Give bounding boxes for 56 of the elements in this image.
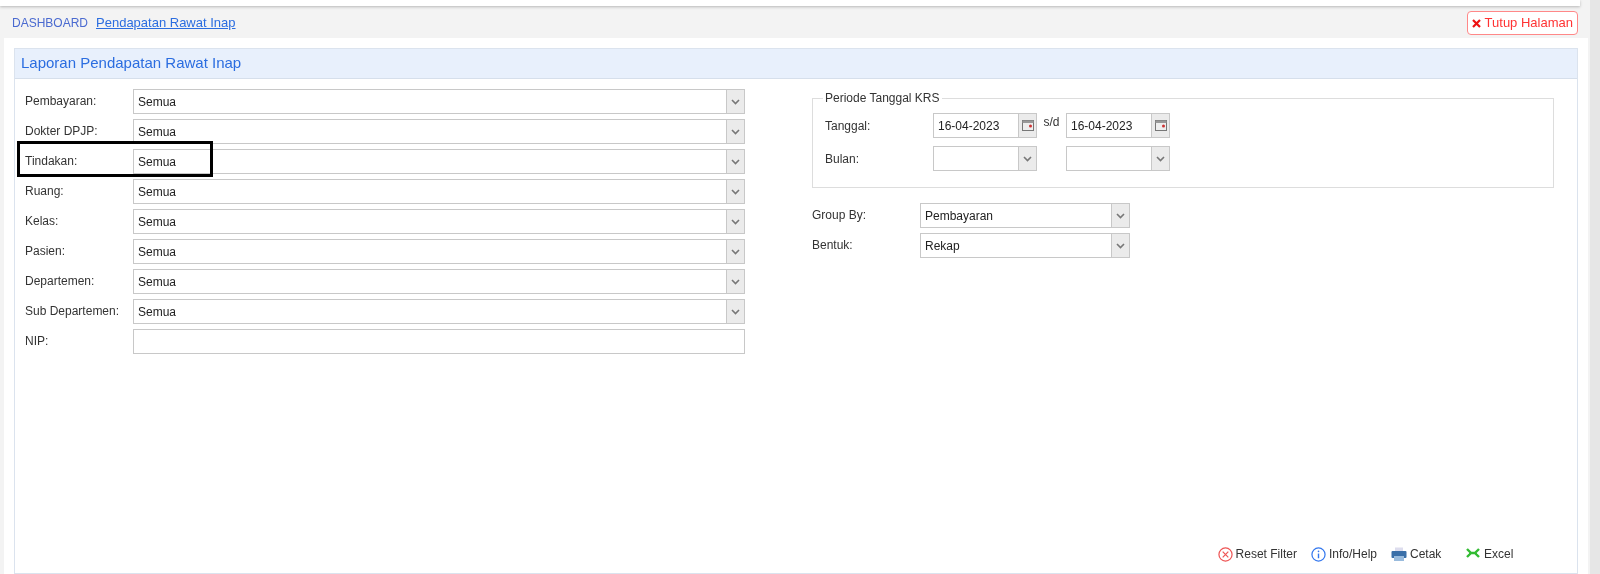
- breadcrumb-link[interactable]: Pendapatan Rawat Inap: [96, 13, 236, 33]
- action-button[interactable]: Cetak: [1391, 545, 1451, 563]
- action-button[interactable]: Info/Help: [1310, 545, 1377, 563]
- range-separator: s/d: [1042, 114, 1061, 131]
- field-label: Departemen:: [25, 273, 96, 290]
- action-button[interactable]: Excel: [1465, 545, 1525, 563]
- field-label: Pembayaran:: [25, 93, 98, 110]
- select-field[interactable]: Semua: [133, 149, 745, 174]
- field-label: Tindakan:: [25, 153, 79, 170]
- calendar-icon[interactable]: [1154, 120, 1167, 131]
- field-label: Dokter DPJP:: [25, 123, 99, 140]
- caret-icon: [731, 98, 740, 105]
- field-label: Group By:: [812, 207, 868, 224]
- field-label: Sub Departemen:: [25, 303, 121, 320]
- select-field[interactable]: Semua: [133, 269, 745, 294]
- info-icon: [1310, 546, 1326, 562]
- caret-icon: [1116, 212, 1125, 219]
- caret-icon: [731, 158, 740, 165]
- select-field[interactable]: Semua: [133, 209, 745, 234]
- field-label: Pasien:: [25, 243, 67, 260]
- caret-icon: [731, 188, 740, 195]
- action-button[interactable]: Reset Filter: [1217, 545, 1297, 563]
- close-page-button[interactable]: Tutup Halaman: [1466, 11, 1578, 35]
- field-label: Bulan:: [825, 150, 861, 168]
- select-field[interactable]: Pembayaran: [920, 203, 1130, 228]
- select-field[interactable]: Semua: [133, 239, 745, 264]
- group-legend: Periode Tanggal KRS: [823, 89, 942, 107]
- calendar-icon[interactable]: [1021, 120, 1034, 131]
- select-field[interactable]: Rekap: [920, 233, 1130, 258]
- caret-icon: [731, 278, 740, 285]
- date-field[interactable]: 16-04-2023: [1066, 113, 1170, 138]
- caret-icon: [1116, 242, 1125, 249]
- select-field[interactable]: Semua: [133, 119, 745, 144]
- month-select[interactable]: [1066, 146, 1170, 171]
- select-field[interactable]: Semua: [133, 179, 745, 204]
- caret-icon: [731, 308, 740, 315]
- select-field[interactable]: Semua: [133, 89, 745, 114]
- month-select[interactable]: [933, 146, 1037, 171]
- date-field[interactable]: 16-04-2023: [933, 113, 1037, 138]
- field-label: Kelas:: [25, 213, 60, 230]
- panel-title: Laporan Pendapatan Rawat Inap: [21, 53, 242, 74]
- printer-icon: [1391, 546, 1407, 562]
- input-field[interactable]: [133, 329, 745, 354]
- close-icon: [1471, 18, 1481, 28]
- field-label: Bentuk:: [812, 237, 854, 254]
- caret-icon: [731, 248, 740, 255]
- caret-icon: [731, 128, 740, 135]
- field-label: Tanggal:: [825, 117, 872, 135]
- select-field[interactable]: Semua: [133, 299, 745, 324]
- caret-icon: [1023, 155, 1032, 162]
- field-label: Ruang:: [25, 183, 65, 200]
- field-label: NIP:: [25, 333, 50, 350]
- caret-icon: [731, 218, 740, 225]
- close-circle-icon: [1217, 546, 1233, 562]
- caret-icon: [1156, 155, 1165, 162]
- breadcrumb-link[interactable]: DASHBOARD: [12, 14, 88, 32]
